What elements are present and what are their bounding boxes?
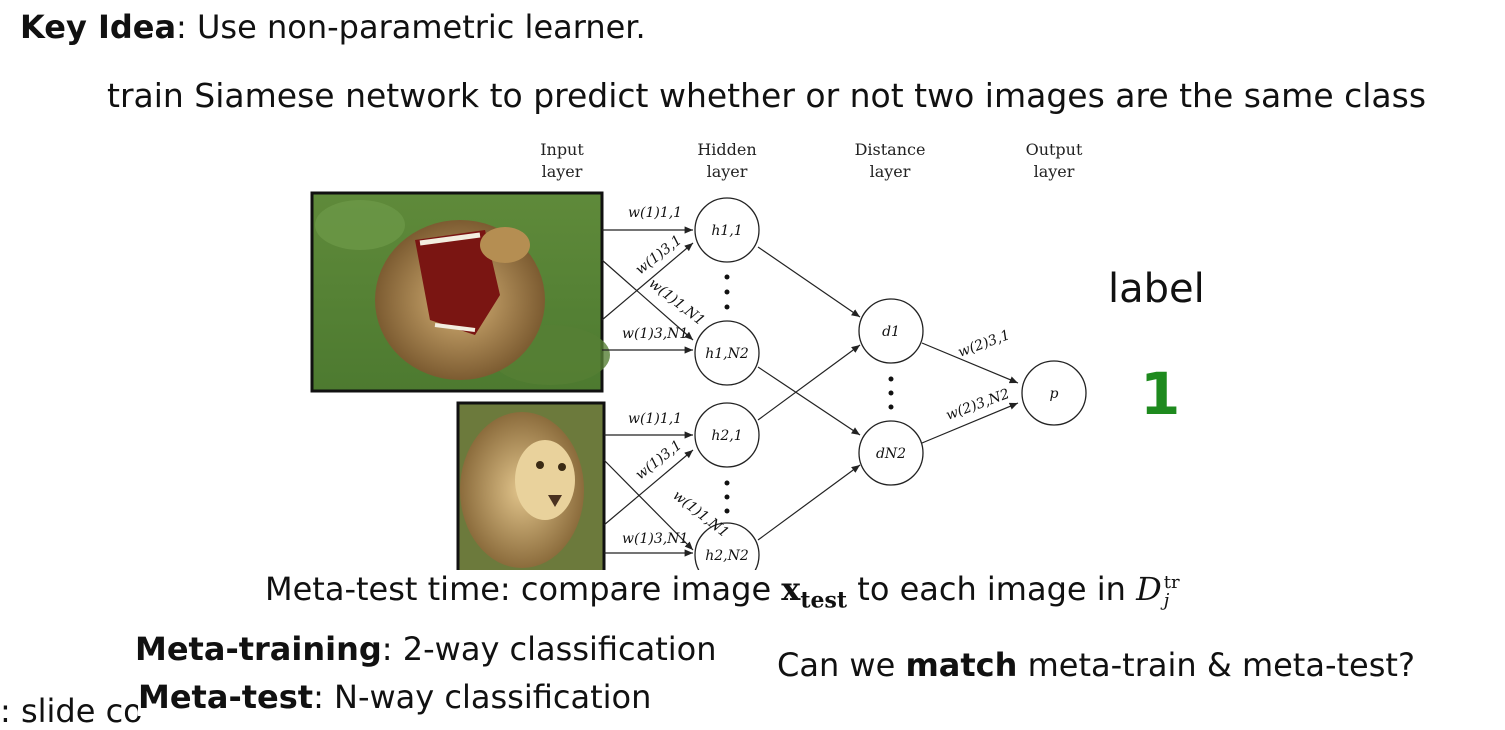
x-test-symbol: xtest: [781, 570, 848, 614]
label-heading: label: [1108, 266, 1205, 312]
weight-w1n-a: w(1)1,N1: [646, 276, 708, 329]
label-p: p: [1050, 386, 1059, 402]
weight-w3n-b: w(1)3,N1: [622, 531, 688, 547]
layer-header-input-2: layer: [542, 162, 583, 181]
layer-header-output-2: layer: [1034, 162, 1075, 181]
lion-face-image: [456, 401, 606, 570]
key-idea-heading: Key Idea: Use non-parametric learner.: [20, 8, 646, 46]
lion-roaring-image: [310, 191, 610, 393]
siamese-network-diagram: Input layer Hidden layer Distance layer …: [310, 140, 1087, 570]
meta-test-time-text: Meta-test time: compare image xtest to e…: [265, 570, 1180, 614]
layer-header-input-1: Input: [540, 140, 584, 159]
label-dn: dN2: [876, 446, 906, 462]
label-h1n: h1,N2: [705, 346, 749, 362]
weight-w3n-a: w(1)3,N1: [622, 326, 688, 342]
weight-w11-b: w(1)1,1: [628, 411, 682, 427]
label-d1: d1: [882, 324, 900, 340]
layer-header-hidden-1: Hidden: [697, 140, 756, 159]
partial-text: : slide co: [0, 692, 143, 730]
meta-test-text: Meta-test: N-way classification: [138, 678, 656, 716]
weight-w2-31: w(2)3,1: [956, 327, 1012, 361]
label-h11: h1,1: [711, 223, 742, 239]
d-train-symbol: Dtr j: [1136, 570, 1180, 611]
meta-training-text: Meta-training: 2-way classification: [135, 630, 717, 668]
layer-header-output-1: Output: [1026, 140, 1083, 159]
weight-w11-a: w(1)1,1: [628, 205, 682, 221]
weight-w31-b: w(1)3,1: [633, 437, 685, 483]
label-value: 1: [1140, 360, 1181, 428]
label-h21: h2,1: [711, 428, 742, 444]
match-question: Can we match meta-train & meta-test?: [777, 646, 1415, 684]
siamese-description: train Siamese network to predict whether…: [107, 76, 1427, 115]
layer-header-distance-1: Distance: [855, 140, 926, 159]
layer-header-hidden-2: layer: [707, 162, 748, 181]
hidden-distance-edges: [757, 246, 861, 541]
weight-w2-3n: w(2)3,N2: [944, 386, 1012, 424]
label-h2n: h2,N2: [705, 548, 749, 564]
layer-header-distance-2: layer: [870, 162, 911, 181]
